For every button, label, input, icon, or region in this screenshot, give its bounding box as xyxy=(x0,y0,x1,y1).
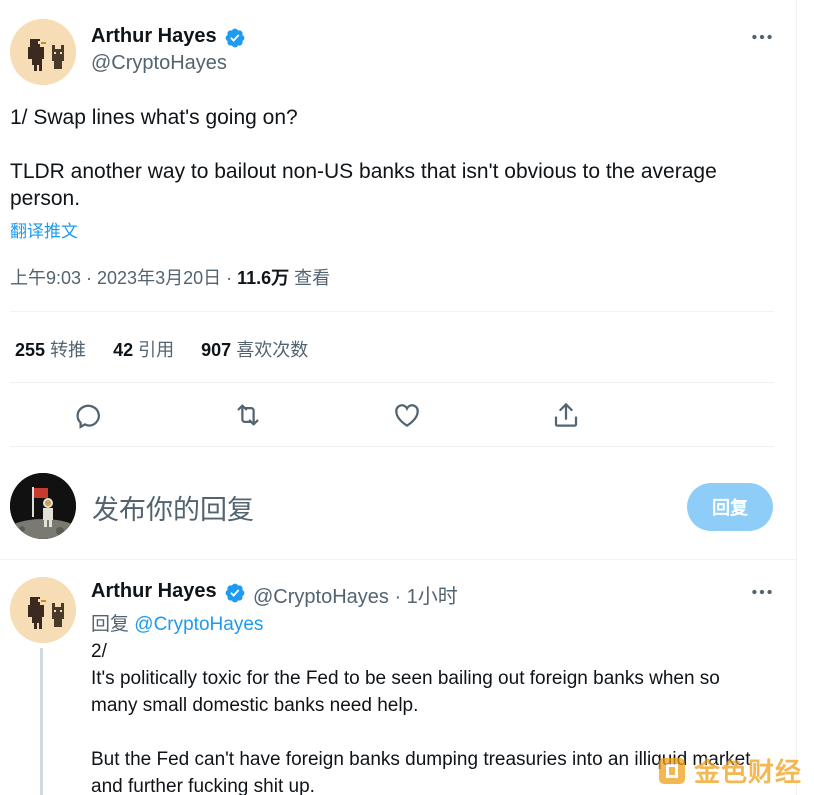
views-count: 11.6万 xyxy=(237,268,290,288)
astronaut-avatar-icon xyxy=(10,473,76,539)
reply-submit-button[interactable]: 回复 xyxy=(687,483,773,531)
tweet-text-line: 1/ Swap lines what's going on? xyxy=(10,106,298,129)
retweet-icon[interactable] xyxy=(233,400,263,430)
reply-time[interactable]: · 1小时 xyxy=(389,586,457,608)
watermark-text: 金色财经 xyxy=(694,757,803,787)
quotes-stat[interactable]: 42 引用 xyxy=(113,340,174,360)
reply-author-meta: @CryptoHayes · 1小时 xyxy=(253,580,458,609)
tweet-timestamp[interactable]: 上午9:03 · 2023年3月20日 · xyxy=(10,268,237,288)
reply-text-line: It's politically toxic for the Fed to be… xyxy=(91,668,720,716)
user-avatar[interactable] xyxy=(10,473,76,539)
retweets-stat[interactable]: 255 转推 xyxy=(15,340,86,360)
reply-compose-input[interactable]: 发布你的回复 xyxy=(92,488,254,527)
tweet-text: 1/ Swap lines what's going on? TLDR anot… xyxy=(10,104,770,212)
reply-author-avatar[interactable] xyxy=(10,577,76,643)
translate-tweet-link[interactable]: 翻译推文 xyxy=(10,217,78,242)
replying-prefix: 回复 xyxy=(91,614,135,635)
tweet-meta: 上午9:03 · 2023年3月20日 · 11.6万 查看 xyxy=(10,264,330,290)
more-options-icon[interactable] xyxy=(749,24,775,50)
share-icon[interactable] xyxy=(551,400,581,430)
author-handle[interactable]: @CryptoHayes xyxy=(91,52,227,75)
reply-icon[interactable] xyxy=(75,400,105,430)
like-icon[interactable] xyxy=(392,400,422,430)
pixel-bird-avatar-icon xyxy=(10,577,76,643)
views-label: 查看 xyxy=(289,268,331,288)
divider xyxy=(10,382,774,383)
thread-connector xyxy=(40,648,43,795)
column-divider xyxy=(796,0,797,795)
reply-author-handle[interactable]: @CryptoHayes xyxy=(253,586,389,608)
divider xyxy=(10,311,774,312)
tweet-text-line: TLDR another way to bailout non-US banks… xyxy=(10,160,717,210)
watermark: 金色财经 xyxy=(656,752,802,789)
replying-mention-link[interactable]: @CryptoHayes xyxy=(134,614,263,635)
likes-stat[interactable]: 907 喜欢次数 xyxy=(201,340,308,360)
author-avatar[interactable] xyxy=(10,19,76,85)
tweet-stats: 255 转推 42 引用 907 喜欢次数 xyxy=(15,336,330,362)
watermark-logo-icon xyxy=(659,757,685,784)
verified-badge-icon xyxy=(225,28,245,48)
replying-to: 回复 @CryptoHayes xyxy=(91,609,263,636)
author-name[interactable]: Arthur Hayes xyxy=(91,25,217,48)
divider xyxy=(10,446,774,447)
pixel-bird-avatar-icon xyxy=(10,19,76,85)
reply-author-name[interactable]: Arthur Hayes xyxy=(91,580,217,603)
more-options-icon[interactable] xyxy=(749,579,775,605)
divider xyxy=(0,559,796,560)
reply-text-line: 2/ xyxy=(91,641,107,662)
verified-badge-icon xyxy=(225,583,245,603)
